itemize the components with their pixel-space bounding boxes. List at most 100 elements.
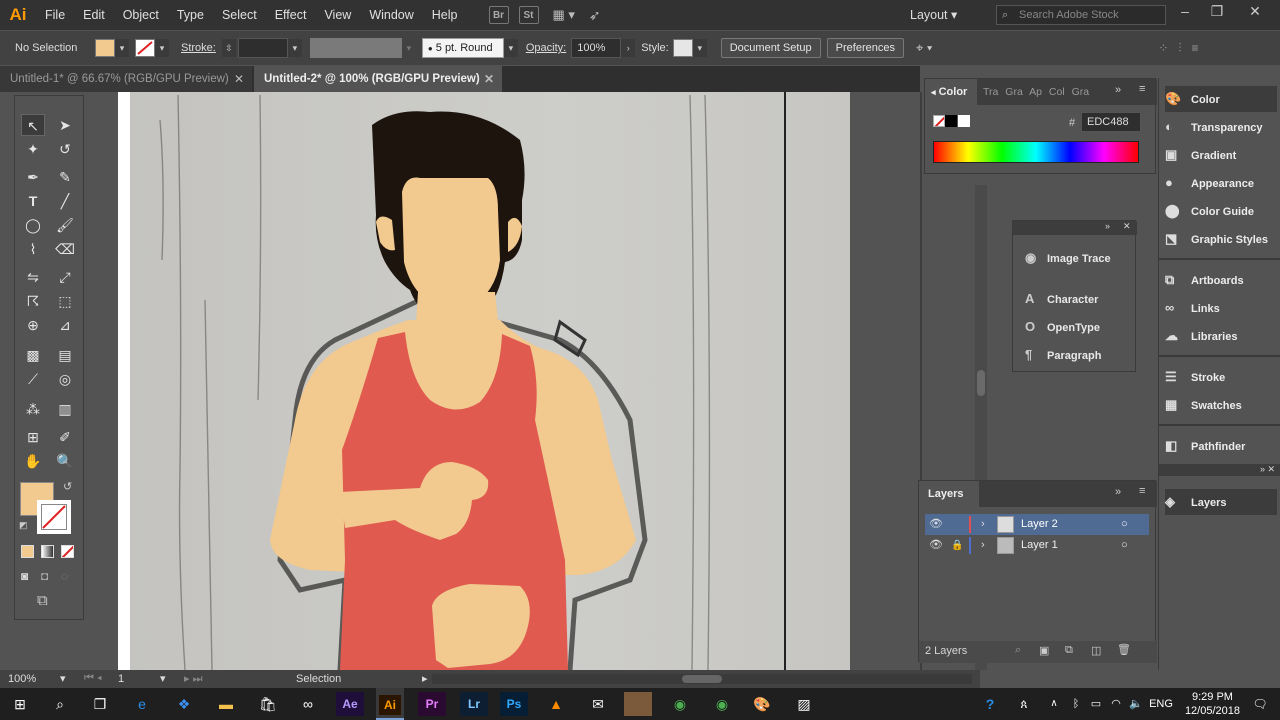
- brush-dropdown-icon[interactable]: ▾: [503, 39, 518, 57]
- tab-transparency[interactable]: Tra: [983, 86, 998, 98]
- image-trace-item[interactable]: ◉ Image Trace: [1025, 245, 1111, 271]
- menu-view[interactable]: View: [315, 0, 360, 30]
- scrollbar-thumb[interactable]: [977, 370, 985, 396]
- tab-untitled-1[interactable]: Untitled-1* @ 66.67% (RGB/GPU Preview) ✕: [0, 66, 252, 92]
- minimize-icon[interactable]: –: [1170, 0, 1200, 24]
- notifications-icon[interactable]: 🗨: [1246, 692, 1274, 716]
- layer-row[interactable]: 👁 🔒 › Layer 1 ○: [925, 535, 1149, 556]
- dock-gradient[interactable]: ▣ Gradient: [1165, 142, 1236, 168]
- infinity-app-icon[interactable]: ∞: [294, 692, 322, 716]
- gpu-performance-icon[interactable]: ➶: [589, 7, 601, 24]
- search-stock-input[interactable]: ⌕ Search Adobe Stock: [996, 5, 1166, 25]
- delete-layer-icon[interactable]: 🗑: [1117, 643, 1131, 656]
- menu-window[interactable]: Window: [360, 0, 422, 30]
- eyedropper-tool-icon[interactable]: ⟋: [21, 368, 45, 390]
- close-tab-icon[interactable]: ✕: [234, 66, 244, 92]
- file-explorer-icon[interactable]: ▬: [212, 692, 240, 716]
- arrange-documents-icon[interactable]: ▦ ▾: [553, 7, 575, 23]
- visibility-eye-icon[interactable]: 👁: [929, 535, 943, 556]
- dock-color[interactable]: 🎨 Color: [1165, 86, 1277, 112]
- premiere-icon[interactable]: Pr: [418, 692, 446, 716]
- menu-edit[interactable]: Edit: [74, 0, 114, 30]
- selection-tool-icon[interactable]: ↖: [21, 114, 45, 136]
- zoom-dropdown-icon[interactable]: ▾: [60, 672, 66, 685]
- status-menu-icon[interactable]: ▸: [422, 672, 428, 685]
- pen-tool-icon[interactable]: ✒: [21, 166, 45, 188]
- chrome-profile-icon[interactable]: ◉: [708, 692, 736, 716]
- help-icon[interactable]: ?: [976, 692, 1004, 716]
- expand-layer-icon[interactable]: ›: [981, 535, 985, 556]
- direct-selection-tool-icon[interactable]: ➤: [53, 114, 77, 136]
- fill-dropdown-icon[interactable]: ▾: [115, 39, 129, 57]
- draw-inside-icon[interactable]: ◌: [61, 569, 68, 583]
- first-artboard-icon[interactable]: ⏮ ◂: [84, 672, 102, 685]
- control-menu-icon[interactable]: ≡: [1191, 41, 1198, 55]
- free-transform-tool-icon[interactable]: ⬚: [53, 290, 77, 312]
- collapse-icon[interactable]: »: [1105, 221, 1110, 231]
- panel-menu-icon[interactable]: ≡: [1139, 83, 1145, 95]
- menu-object[interactable]: Object: [114, 0, 168, 30]
- photos-icon[interactable]: ▨: [790, 692, 818, 716]
- document-setup-button[interactable]: Document Setup: [720, 38, 821, 58]
- opentype-item[interactable]: O OpenType: [1025, 314, 1100, 340]
- draw-normal-icon[interactable]: ◙: [21, 569, 28, 583]
- isolate-icon[interactable]: ⁘: [1158, 41, 1168, 55]
- dropbox-icon[interactable]: ❖: [170, 692, 198, 716]
- tab-color-guide[interactable]: Col: [1049, 86, 1065, 98]
- expand-tabs-icon[interactable]: »: [1115, 84, 1121, 96]
- symbol-sprayer-tool-icon[interactable]: ⁂: [21, 398, 45, 420]
- store-icon[interactable]: 🛍: [254, 692, 282, 716]
- screen-mode-icon[interactable]: ⧉: [37, 592, 48, 609]
- profile-dropdown-icon[interactable]: ▾: [401, 39, 416, 57]
- photo-app-icon[interactable]: [624, 692, 652, 716]
- dock-color-guide[interactable]: ⬤ Color Guide: [1165, 198, 1254, 224]
- layer-name[interactable]: Layer 2: [1021, 514, 1058, 535]
- stroke-dropdown-icon[interactable]: ▾: [155, 39, 169, 57]
- menu-effect[interactable]: Effect: [266, 0, 316, 30]
- bridge-icon[interactable]: Br: [488, 6, 509, 24]
- zoom-level[interactable]: 100%: [8, 673, 36, 685]
- next-artboard-icon[interactable]: ▸ ⏭: [184, 672, 202, 686]
- artboard-canvas[interactable]: [118, 92, 850, 670]
- tab-color[interactable]: ◂ Color: [925, 79, 977, 105]
- line-tool-icon[interactable]: ╱: [53, 190, 77, 212]
- tab-appearance[interactable]: Ap: [1029, 86, 1042, 98]
- stroke-label[interactable]: Stroke:: [181, 42, 216, 54]
- perspective-grid-tool-icon[interactable]: ⊿: [53, 314, 77, 336]
- slice-tool-icon[interactable]: ✐: [53, 426, 77, 448]
- preferences-button[interactable]: Preferences: [826, 38, 904, 58]
- lock-icon[interactable]: 🔒: [951, 535, 963, 556]
- shape-builder-tool-icon[interactable]: ⊕: [21, 314, 45, 336]
- dock-graphic-styles[interactable]: ⬔ Graphic Styles: [1165, 226, 1268, 252]
- dock-layers[interactable]: ◈ Layers: [1165, 489, 1277, 515]
- eraser-tool-icon[interactable]: ⌫: [53, 238, 77, 260]
- arrange-icon[interactable]: ⌖ ▾: [916, 40, 932, 56]
- panel-group-header[interactable]: » ✕: [1013, 221, 1137, 235]
- search-icon[interactable]: ⌕: [46, 692, 74, 716]
- gradient-tool-icon[interactable]: ▤: [53, 344, 77, 366]
- people-icon[interactable]: ጰ: [1010, 692, 1038, 716]
- white-color-icon[interactable]: [958, 115, 970, 127]
- dock-links[interactable]: ∞ Links: [1165, 295, 1220, 321]
- after-effects-icon[interactable]: Ae: [336, 692, 364, 716]
- color-spectrum[interactable]: [933, 141, 1139, 163]
- stroke-weight-field[interactable]: [237, 38, 288, 58]
- stroke-weight-dropdown-icon[interactable]: ▾: [287, 39, 302, 57]
- type-tool-icon[interactable]: T: [21, 190, 45, 212]
- artboard-tool-icon[interactable]: ⊞: [21, 426, 45, 448]
- tab-gradient[interactable]: Gra: [1005, 86, 1023, 98]
- illustrator-taskbar-item[interactable]: Ai: [376, 688, 404, 720]
- menu-file[interactable]: File: [36, 0, 74, 30]
- new-layer-icon[interactable]: ◫: [1091, 644, 1101, 657]
- brush-definition[interactable]: ● 5 pt. Round: [421, 38, 504, 58]
- locate-object-icon[interactable]: ⌕: [1015, 644, 1021, 657]
- hand-tool-icon[interactable]: ✋: [21, 450, 45, 472]
- clipping-mask-icon[interactable]: ▣: [1039, 644, 1049, 657]
- layer-name[interactable]: Layer 1: [1021, 535, 1058, 556]
- horizontal-scrollbar[interactable]: [432, 674, 972, 684]
- color-mode-icon[interactable]: [21, 545, 34, 558]
- expand-tabs-icon[interactable]: »: [1115, 486, 1121, 498]
- dock-pathfinder[interactable]: ◧ Pathfinder: [1165, 433, 1245, 459]
- expand-layer-icon[interactable]: ›: [981, 514, 985, 535]
- none-mode-icon[interactable]: [61, 545, 74, 558]
